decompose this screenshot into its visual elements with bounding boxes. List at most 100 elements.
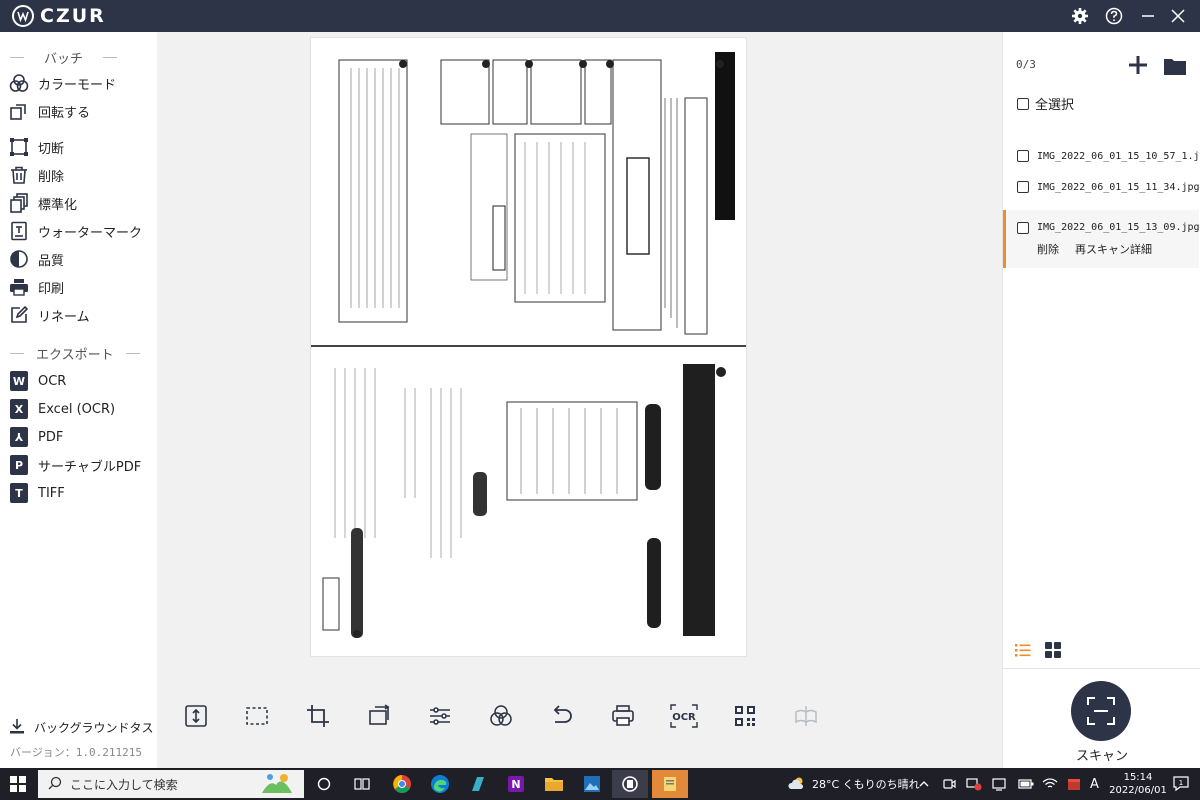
cortana-icon[interactable]	[306, 770, 342, 798]
quality-icon	[8, 248, 30, 270]
adjust-icon[interactable]	[424, 700, 456, 732]
color-mode-icon	[8, 72, 30, 94]
view-toggle	[1015, 642, 1061, 662]
task-view-icon[interactable]	[344, 770, 380, 798]
download-icon	[8, 717, 26, 738]
file-checkbox[interactable]	[1017, 150, 1029, 162]
add-icon[interactable]	[1127, 54, 1149, 80]
cloud-sun-icon	[788, 776, 806, 793]
chrome-icon[interactable]	[384, 770, 420, 798]
azure-data-icon[interactable]	[460, 770, 496, 798]
pdf-icon: ⅄	[10, 427, 28, 447]
file-checkbox[interactable]	[1017, 222, 1029, 234]
sidebar-item-rename[interactable]: リネーム	[8, 302, 153, 328]
export-item-excel[interactable]: X Excel (OCR)	[8, 396, 153, 422]
tray-meet-icon[interactable]	[942, 768, 956, 800]
czur-app-taskbar-icon[interactable]	[612, 770, 648, 798]
sidebar-item-normalize[interactable]: 標準化	[8, 190, 153, 216]
batch-section-header: バッチ	[10, 48, 140, 67]
file-list-item[interactable]: IMG_2022_06_01_15_10_57_1.jpg	[1003, 144, 1200, 168]
scanner-taskbar-icon[interactable]	[652, 770, 688, 798]
export-item-ocr[interactable]: W OCR	[8, 368, 153, 394]
ime-indicator[interactable]: A	[1090, 768, 1099, 800]
list-view-icon[interactable]	[1015, 642, 1031, 662]
search-highlight-icon	[260, 771, 294, 798]
rotate-icon	[8, 100, 30, 122]
export-item-searchable-pdf[interactable]: P サーチャブルPDF	[8, 452, 153, 478]
select-region-icon[interactable]	[241, 700, 273, 732]
search-icon	[48, 776, 62, 793]
taskbar-search-box[interactable]: ここに入力して検索	[38, 770, 304, 798]
grid-view-icon[interactable]	[1045, 642, 1061, 662]
close-icon[interactable]	[1168, 6, 1188, 26]
wifi-icon[interactable]	[1042, 768, 1058, 800]
svg-text:1: 1	[1179, 779, 1183, 787]
tray-chevron-up-icon[interactable]	[918, 768, 930, 800]
weather-widget[interactable]: 28°C くもりのち晴れ	[788, 768, 920, 800]
rotate-icon[interactable]	[363, 700, 395, 732]
select-all-checkbox[interactable]: 全選択	[1017, 94, 1074, 113]
print-icon[interactable]	[607, 700, 639, 732]
onenote-icon[interactable]: N	[498, 770, 534, 798]
watermark-icon	[8, 220, 30, 242]
bottom-toolbar: OCR	[177, 700, 817, 732]
checkbox[interactable]	[1017, 97, 1029, 110]
normalize-icon	[8, 192, 30, 214]
help-icon[interactable]	[1104, 6, 1124, 26]
export-item-pdf[interactable]: ⅄ PDF	[8, 424, 153, 450]
selection-count: 0/3	[1016, 58, 1036, 71]
ocr-icon[interactable]: OCR	[668, 700, 700, 732]
tray-display-icon[interactable]	[992, 768, 1006, 800]
sidebar-item-color-mode[interactable]: カラーモード	[8, 70, 153, 96]
file-explorer-icon[interactable]	[536, 770, 572, 798]
book-flatten-icon[interactable]	[790, 700, 822, 732]
scan-area: スキャン	[1003, 668, 1200, 768]
sidebar-item-quality[interactable]: 品質	[8, 246, 153, 272]
qr-code-icon[interactable]	[729, 700, 761, 732]
battery-icon[interactable]	[1018, 768, 1034, 800]
color-mode-icon[interactable]	[485, 700, 517, 732]
svg-text:N: N	[511, 778, 520, 791]
scan-label: スキャン	[1075, 749, 1128, 764]
settings-gear-icon[interactable]	[1070, 6, 1090, 26]
rescan-button[interactable]: 再スキャン	[1075, 241, 1130, 257]
sidebar-item-delete[interactable]: 削除	[8, 162, 153, 188]
searchable-pdf-icon: P	[10, 455, 28, 475]
tray-network-error-icon[interactable]	[966, 768, 982, 800]
calendar-badge-icon[interactable]	[1066, 768, 1082, 800]
edge-icon[interactable]	[422, 770, 458, 798]
rename-icon	[8, 304, 30, 326]
windows-taskbar: ここに入力して検索 N 28°C くもりのち晴れ A 15:14 2022/06…	[0, 768, 1200, 800]
minimize-icon[interactable]	[1138, 6, 1158, 26]
sidebar-item-watermark[interactable]: ウォーターマーク	[8, 218, 153, 244]
windows-start-icon[interactable]	[10, 776, 26, 792]
photos-icon[interactable]	[574, 770, 610, 798]
word-icon: W	[10, 371, 28, 391]
scan-button[interactable]	[1071, 681, 1131, 741]
file-checkbox[interactable]	[1017, 181, 1029, 193]
details-button[interactable]: 詳細	[1130, 241, 1152, 257]
sidebar-item-rotate[interactable]: 回転する	[8, 98, 153, 124]
export-item-tiff[interactable]: T TIFF	[8, 480, 153, 506]
right-panel: 0/3 全選択 IMG_2022_06_01_15_10_57_1.jpg IM…	[1002, 32, 1200, 768]
delete-file-button[interactable]: 削除	[1037, 241, 1059, 257]
scanned-document-preview[interactable]	[310, 37, 747, 657]
crop-icon[interactable]	[302, 700, 334, 732]
czur-logo: CZUR	[12, 5, 106, 27]
left-sidebar: バッチ カラーモード 回転する 切断 削除 標準化 ウォーターマーク 品質 印刷…	[0, 32, 157, 768]
undo-icon[interactable]	[546, 700, 578, 732]
title-bar: CZUR	[0, 0, 1200, 32]
preview-area: OCR	[157, 32, 1002, 768]
trash-icon	[8, 164, 30, 186]
file-list-item[interactable]: IMG_2022_06_01_15_11_34.jpg	[1003, 175, 1200, 199]
folder-icon[interactable]	[1163, 56, 1187, 80]
sidebar-item-crop[interactable]: 切断	[8, 134, 153, 160]
excel-icon: X	[10, 399, 28, 419]
background-tasks-button[interactable]: バックグラウンドタスク	[8, 716, 153, 738]
taskbar-clock[interactable]: 15:14 2022/06/01	[1108, 771, 1168, 797]
file-list-item-active[interactable]: IMG_2022_06_01_15_13_09.jpg 削除 再スキャン 詳細	[1003, 210, 1200, 268]
brand-name: CZUR	[40, 5, 106, 27]
notifications-icon[interactable]: 1	[1172, 768, 1190, 800]
sidebar-item-print[interactable]: 印刷	[8, 274, 153, 300]
fit-height-icon[interactable]	[180, 700, 212, 732]
